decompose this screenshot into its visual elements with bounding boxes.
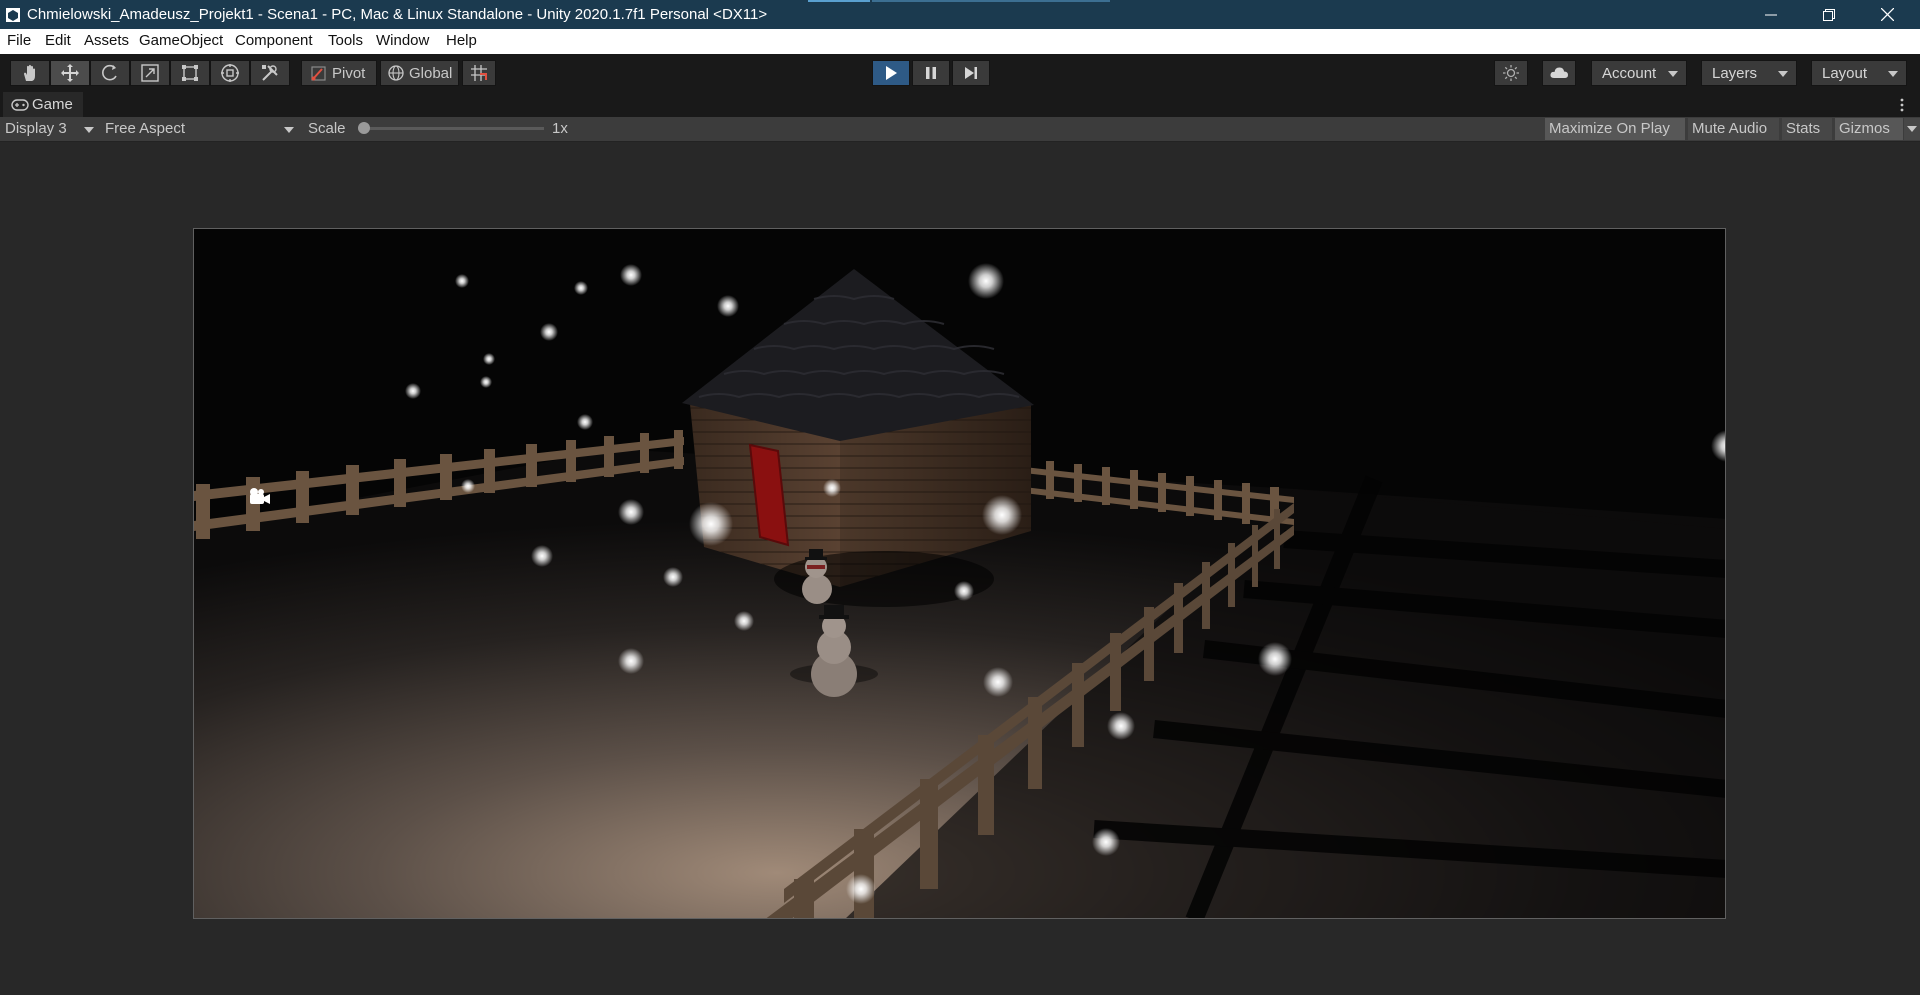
tab-game[interactable]: Game	[3, 92, 83, 117]
chevron-down-icon	[1907, 126, 1917, 132]
chevron-down-icon	[84, 127, 94, 133]
hand-icon	[24, 64, 35, 81]
gizmos-dropdown-button[interactable]	[1904, 118, 1920, 140]
sun-icon	[1503, 65, 1519, 81]
menu-gameobject[interactable]: GameObject	[139, 32, 223, 49]
transform-icon	[221, 64, 239, 82]
main-toolbar: Pivot Global Account Layers Layout	[0, 54, 1920, 92]
restore-icon	[1823, 8, 1835, 21]
maximize-on-play-toggle[interactable]: Maximize On Play	[1545, 118, 1685, 140]
rect-tool-icon	[182, 65, 198, 81]
rect-tool-button[interactable]	[170, 60, 210, 86]
step-button[interactable]	[952, 60, 990, 86]
grid-snap-icon	[471, 65, 487, 81]
aspect-label: Free Aspect	[105, 120, 186, 137]
global-toggle-button[interactable]: Global	[380, 60, 459, 86]
move-tool-button[interactable]	[50, 60, 90, 86]
step-icon	[965, 67, 977, 79]
tab-game-label: Game	[32, 96, 73, 113]
menu-edit[interactable]: Edit	[45, 32, 71, 49]
globe-icon	[388, 65, 404, 81]
chevron-down-icon	[1888, 71, 1898, 77]
scale-value: 1x	[552, 120, 568, 137]
more-options-icon[interactable]	[1899, 97, 1905, 113]
game-view-toolbar: Display 3 Free Aspect Scale 1x Maximize …	[0, 117, 1920, 142]
scale-tool-button[interactable]	[130, 60, 170, 86]
menu-file[interactable]: File	[7, 32, 31, 49]
window-titlebar: Chmielowski_Amadeusz_Projekt1 - Scena1 -…	[0, 0, 1920, 29]
pivot-label: Pivot	[332, 64, 366, 82]
gizmos-label: Gizmos	[1839, 120, 1890, 137]
grid-snap-button[interactable]	[462, 60, 496, 86]
chevron-down-icon	[1778, 71, 1788, 77]
editor-tab-bar: Game	[0, 92, 1920, 117]
window-title: Chmielowski_Amadeusz_Projekt1 - Scena1 -…	[27, 6, 768, 23]
display-dropdown[interactable]: Display 3	[5, 120, 95, 142]
titlebar-accent-secondary	[872, 0, 1110, 2]
game-viewport[interactable]	[193, 228, 1726, 919]
scale-icon	[141, 64, 159, 82]
pause-icon	[926, 67, 936, 79]
hand-tool-button[interactable]	[10, 60, 50, 86]
close-button[interactable]	[1858, 0, 1916, 29]
mute-audio-toggle[interactable]: Mute Audio	[1688, 118, 1779, 140]
layout-label: Layout	[1822, 65, 1868, 82]
menu-help[interactable]: Help	[446, 32, 477, 49]
gamepad-icon	[11, 99, 29, 111]
stats-toggle[interactable]: Stats	[1782, 118, 1832, 140]
display-label: Display 3	[5, 120, 67, 137]
cloud-icon	[1550, 67, 1568, 78]
global-label: Global	[409, 64, 453, 82]
custom-tool-button[interactable]	[250, 60, 290, 86]
tools-icon	[262, 65, 278, 81]
pivot-toggle-button[interactable]: Pivot	[301, 60, 377, 86]
titlebar-accent	[808, 0, 870, 2]
unity-icon	[6, 8, 20, 22]
menu-tools[interactable]: Tools	[328, 32, 363, 49]
minimize-button[interactable]	[1742, 0, 1800, 29]
pivot-icon	[311, 66, 326, 81]
menu-component[interactable]: Component	[235, 32, 313, 49]
chevron-down-icon	[284, 127, 294, 133]
close-icon	[1880, 8, 1894, 21]
gizmos-toggle[interactable]: Gizmos	[1835, 118, 1903, 140]
aspect-dropdown[interactable]: Free Aspect	[105, 120, 295, 142]
chevron-down-icon	[1668, 71, 1678, 77]
restore-button[interactable]	[1800, 0, 1858, 29]
rotate-icon	[102, 64, 117, 81]
layers-dropdown[interactable]: Layers	[1701, 60, 1797, 86]
rotate-tool-button[interactable]	[90, 60, 130, 86]
pause-button[interactable]	[912, 60, 950, 86]
scale-slider-thumb[interactable]	[358, 122, 370, 134]
cloud-button[interactable]	[1542, 60, 1576, 86]
menu-bar: File Edit Assets GameObject Component To…	[0, 29, 1920, 54]
layout-dropdown[interactable]: Layout	[1811, 60, 1907, 86]
minimize-icon	[1765, 14, 1777, 15]
scale-label: Scale	[308, 120, 346, 137]
play-button[interactable]	[872, 60, 910, 86]
transform-tool-button[interactable]	[210, 60, 250, 86]
account-label: Account	[1602, 65, 1657, 82]
maximize-on-play-label: Maximize On Play	[1549, 120, 1670, 137]
mute-audio-label: Mute Audio	[1692, 120, 1768, 137]
account-dropdown[interactable]: Account	[1591, 60, 1687, 86]
stats-label: Stats	[1786, 120, 1821, 137]
play-icon	[886, 66, 897, 80]
scale-slider[interactable]	[358, 122, 544, 134]
menu-assets[interactable]: Assets	[84, 32, 129, 49]
scene-render	[194, 229, 1725, 918]
move-icon	[61, 64, 79, 82]
menu-window[interactable]: Window	[376, 32, 429, 49]
layers-label: Layers	[1712, 65, 1758, 82]
lighting-button[interactable]	[1494, 60, 1528, 86]
